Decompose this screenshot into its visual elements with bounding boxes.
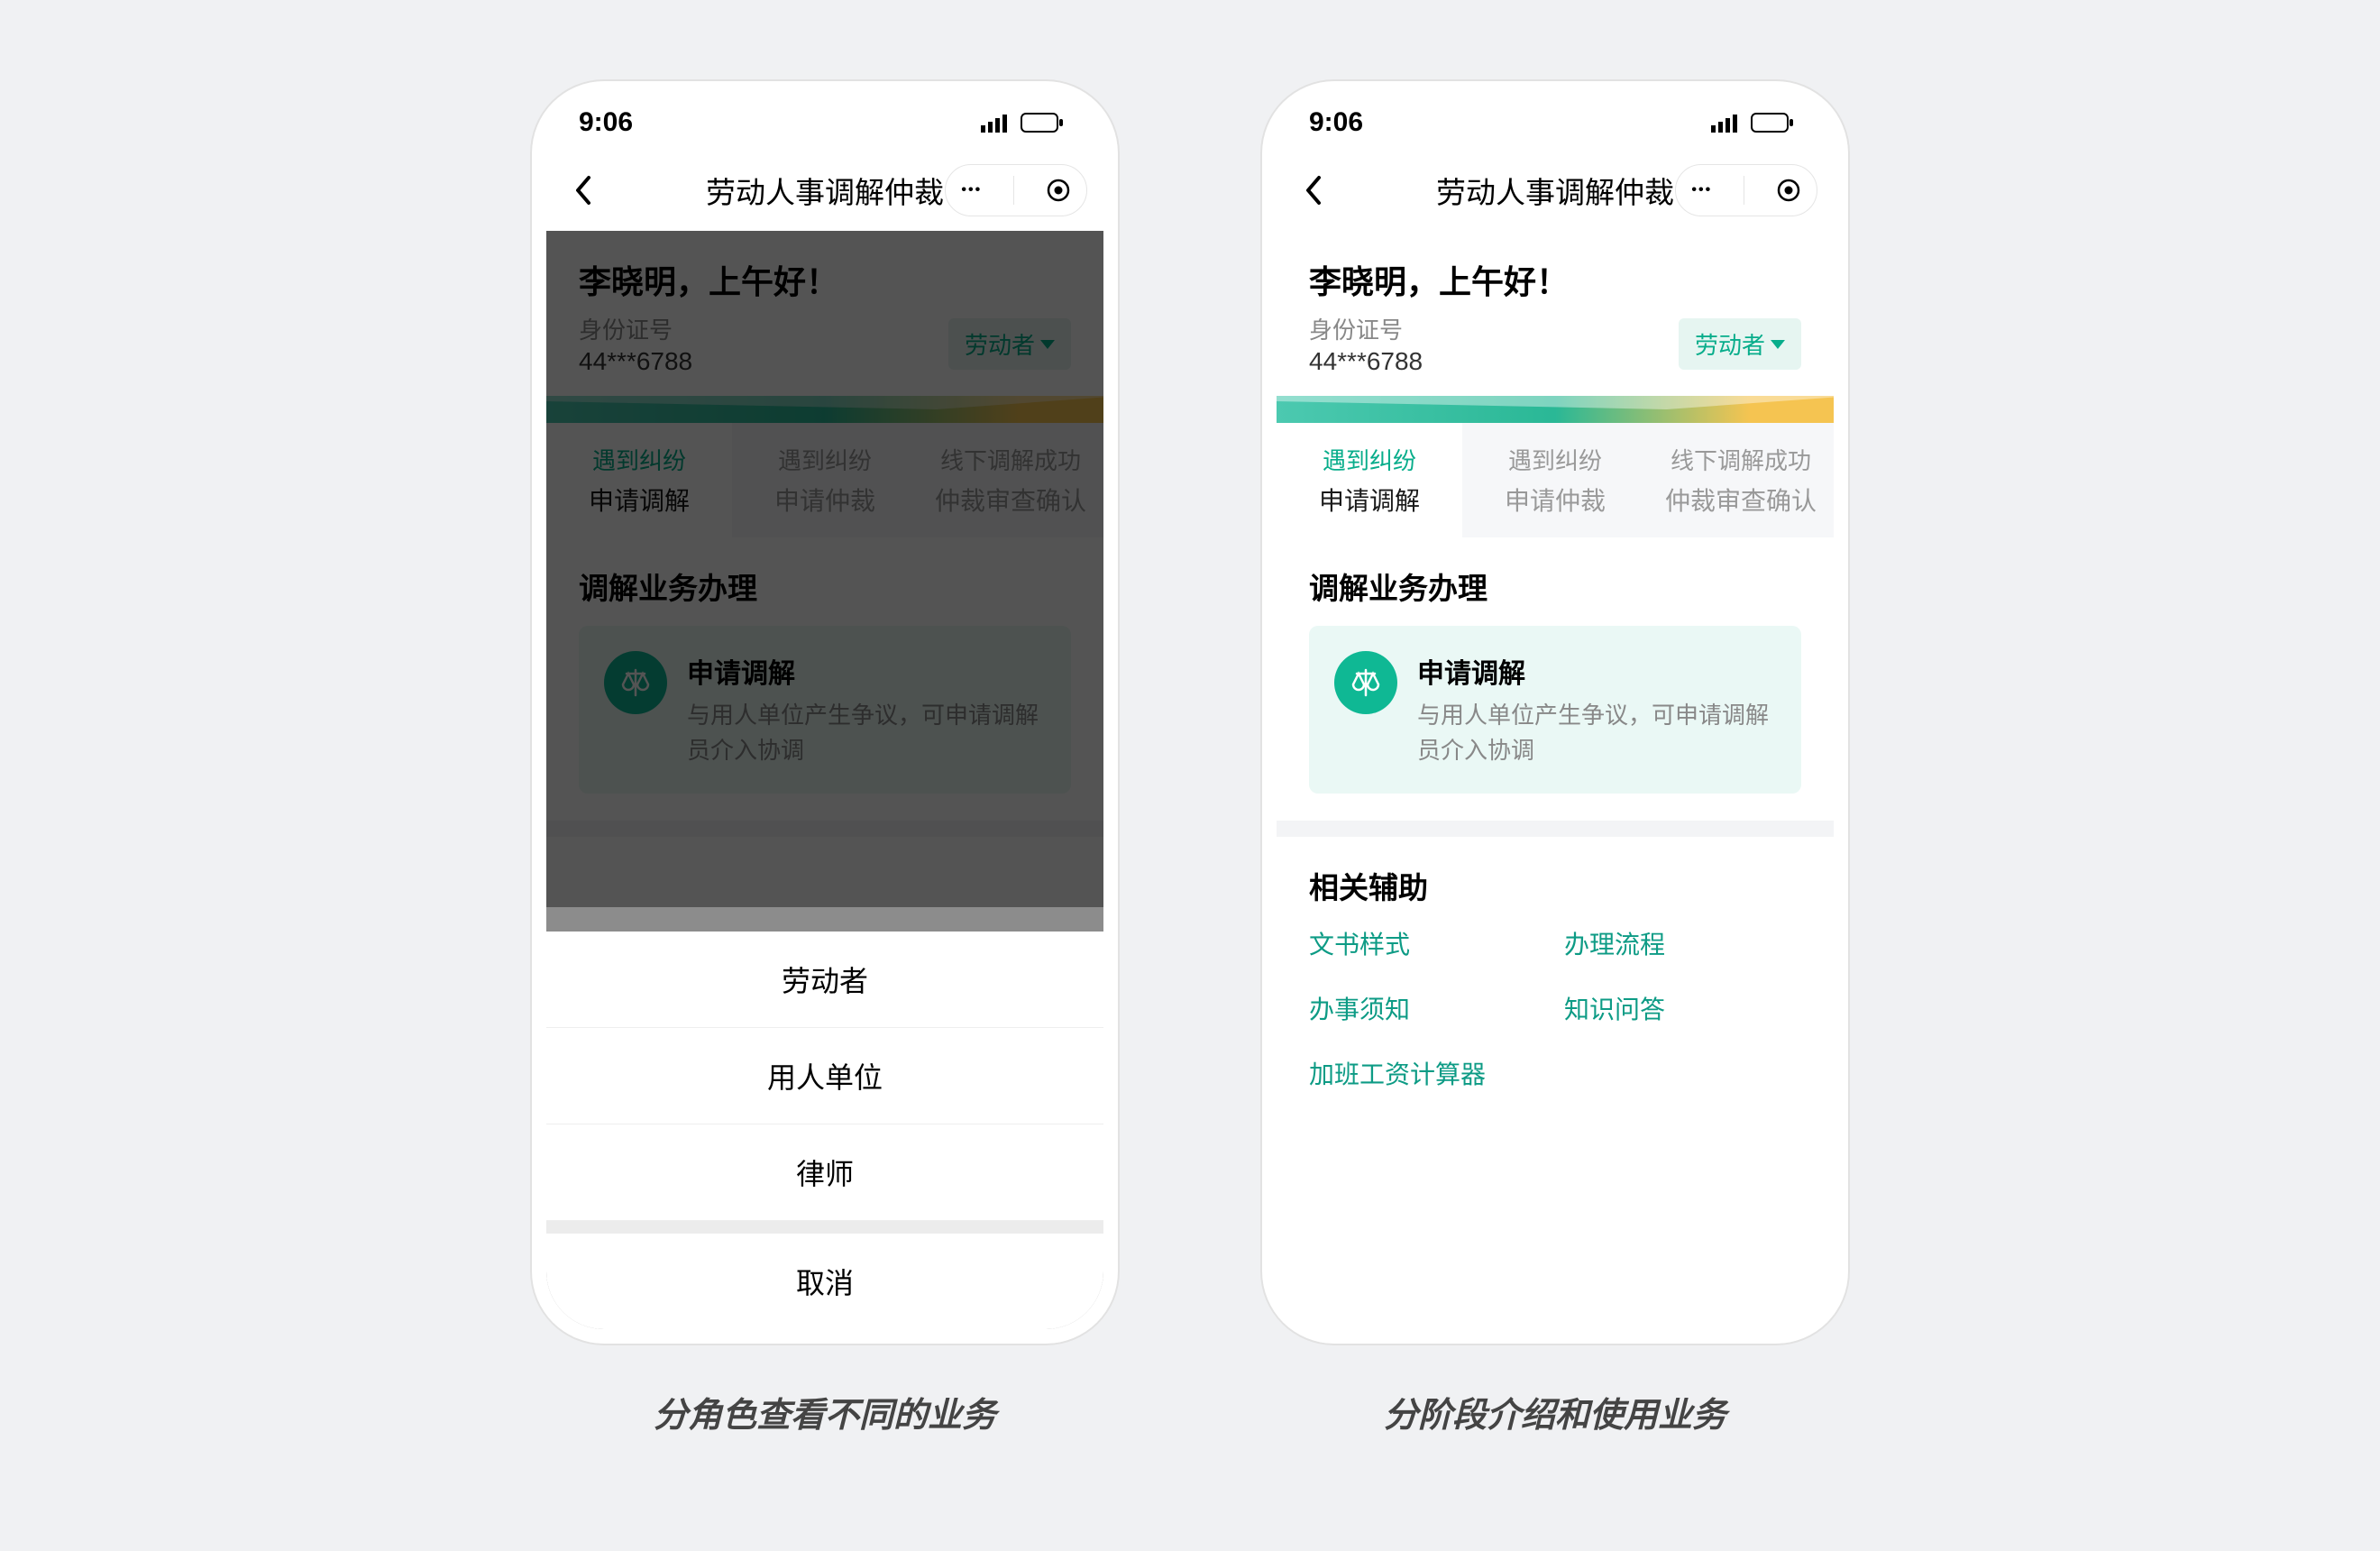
capsule-divider <box>1013 176 1014 205</box>
status-icons <box>1711 113 1794 133</box>
nav-bar: 劳动人事调解仲裁 ••• <box>546 150 1103 231</box>
greeting-section: 李晓明，上午好！ 身份证号 44***6788 劳动者 <box>1277 231 1834 396</box>
aux-link-faq[interactable]: 知识问答 <box>1564 990 1801 1026</box>
tab-top-label: 遇到纠纷 <box>1286 443 1453 476</box>
status-icons <box>981 113 1064 133</box>
aux-link-process[interactable]: 办理流程 <box>1564 925 1801 961</box>
aux-link-document-sample[interactable]: 文书样式 <box>1309 925 1546 961</box>
scales-icon <box>1334 651 1397 714</box>
tab-arbitration[interactable]: 遇到纠纷 申请仲裁 <box>1462 423 1648 537</box>
tab-bottom-label: 申请仲裁 <box>1471 482 1639 518</box>
tab-review[interactable]: 线下调解成功 仲裁审查确认 <box>1648 423 1834 537</box>
target-icon[interactable] <box>1776 178 1801 203</box>
role-picker-label: 劳动者 <box>1695 327 1765 361</box>
status-time: 9:06 <box>579 107 633 138</box>
service-section: 调解业务办理 申请调解 与用人单位产生争议，可申请调解员介入协调 <box>1277 537 1834 821</box>
sheet-option-worker[interactable]: 劳动者 <box>546 932 1103 1028</box>
screen-right: 9:06 劳动人事调解仲裁 ••• 李晓明，上午好！ <box>1277 96 1834 1329</box>
mini-program-capsule[interactable]: ••• <box>1675 164 1817 216</box>
back-button[interactable] <box>564 172 600 208</box>
aux-links-grid: 文书样式 办理流程 办事须知 知识问答 加班工资计算器 <box>1309 925 1801 1091</box>
nav-bar: 劳动人事调解仲裁 ••• <box>1277 150 1834 231</box>
section-gap <box>1277 821 1834 837</box>
id-row: 身份证号 44***6788 劳动者 <box>1309 312 1801 376</box>
caption-right: 分阶段介绍和使用业务 <box>1384 1387 1726 1436</box>
target-icon[interactable] <box>1046 178 1071 203</box>
sheet-cancel-button[interactable]: 取消 <box>546 1234 1103 1329</box>
more-icon[interactable]: ••• <box>961 182 982 198</box>
tab-mediation[interactable]: 遇到纠纷 申请调解 <box>1277 423 1462 537</box>
greeting-text: 李晓明，上午好！ <box>1309 256 1801 303</box>
aux-link-overtime-calculator[interactable]: 加班工资计算器 <box>1309 1055 1546 1091</box>
role-picker[interactable]: 劳动者 <box>1679 318 1801 370</box>
sheet-gap <box>546 1221 1103 1234</box>
status-bar: 9:06 <box>1277 96 1834 150</box>
aux-link-notice[interactable]: 办事须知 <box>1309 990 1546 1026</box>
tab-bottom-label: 申请调解 <box>1286 482 1453 518</box>
chevron-left-icon <box>572 174 592 206</box>
role-action-sheet: 劳动者 用人单位 律师 取消 <box>546 932 1103 1329</box>
chevron-left-icon <box>1303 174 1323 206</box>
sheet-option-lawyer[interactable]: 律师 <box>546 1124 1103 1221</box>
apply-mediation-card[interactable]: 申请调解 与用人单位产生争议，可申请调解员介入协调 <box>1309 626 1801 794</box>
aux-section: 相关辅助 文书样式 办理流程 办事须知 知识问答 加班工资计算器 <box>1277 837 1834 1118</box>
battery-icon <box>1751 113 1794 133</box>
id-info: 身份证号 44***6788 <box>1309 312 1423 376</box>
phone-mockup-right: 9:06 劳动人事调解仲裁 ••• 李晓明，上午好！ <box>1262 81 1848 1344</box>
screen-left: 9:06 劳动人事调解仲裁 ••• <box>546 96 1103 1329</box>
tab-top-label: 遇到纠纷 <box>1471 443 1639 476</box>
signal-icon <box>981 113 1012 133</box>
service-card-desc: 与用人单位产生争议，可申请调解员介入协调 <box>1417 698 1776 768</box>
caption-left: 分角色查看不同的业务 <box>654 1387 996 1436</box>
tab-bottom-label: 仲裁审查确认 <box>1657 482 1825 518</box>
caret-down-icon <box>1771 340 1785 349</box>
id-label: 身份证号 <box>1309 312 1423 345</box>
page-title: 劳动人事调解仲裁 <box>706 169 944 212</box>
back-button[interactable] <box>1295 172 1331 208</box>
sheet-option-employer[interactable]: 用人单位 <box>546 1028 1103 1124</box>
battery-icon <box>1021 113 1064 133</box>
service-card-title: 申请调解 <box>1417 651 1776 691</box>
page-title: 劳动人事调解仲裁 <box>1436 169 1674 212</box>
service-text: 申请调解 与用人单位产生争议，可申请调解员介入协调 <box>1417 651 1776 768</box>
id-value: 44***6788 <box>1309 347 1423 376</box>
more-icon[interactable]: ••• <box>1691 182 1712 198</box>
stage-tabs: 遇到纠纷 申请调解 遇到纠纷 申请仲裁 线下调解成功 仲裁审查确认 <box>1277 423 1834 537</box>
decorative-ribbon <box>1277 396 1834 423</box>
section-title: 调解业务办理 <box>1309 564 1801 608</box>
tab-top-label: 线下调解成功 <box>1657 443 1825 476</box>
status-bar: 9:06 <box>546 96 1103 150</box>
status-time: 9:06 <box>1309 107 1363 138</box>
phone-mockup-left: 9:06 劳动人事调解仲裁 ••• <box>532 81 1118 1344</box>
mini-program-capsule[interactable]: ••• <box>945 164 1087 216</box>
signal-icon <box>1711 113 1742 133</box>
section-title: 相关辅助 <box>1309 864 1801 907</box>
